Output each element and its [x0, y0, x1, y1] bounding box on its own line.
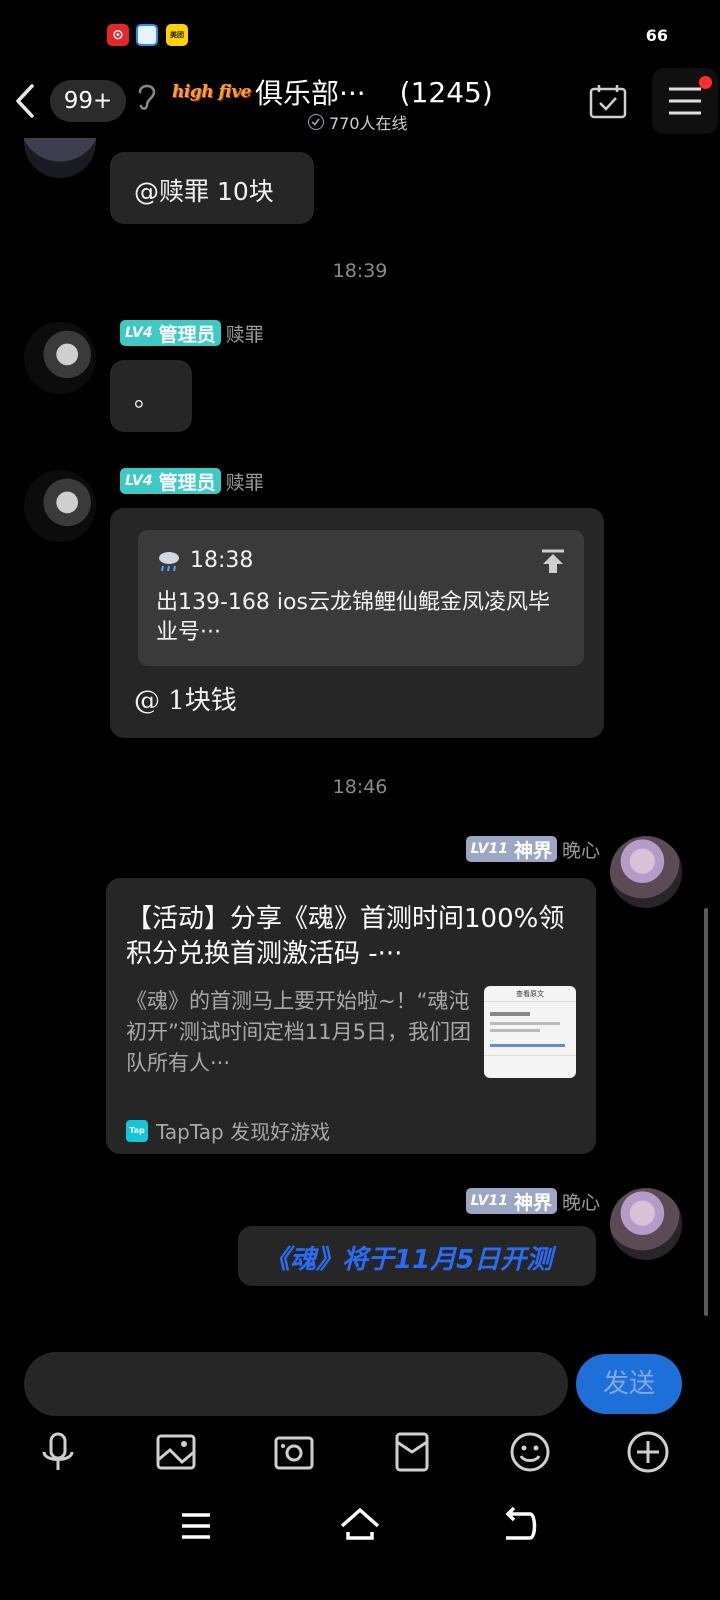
back-icon[interactable] — [8, 78, 44, 124]
link-description: 《魂》的首测马上要开始啦~！“魂沌初开”测试时间定档11月5日，我们团队所有人·… — [126, 989, 471, 1075]
message-input[interactable] — [24, 1352, 568, 1416]
camera-icon[interactable] — [270, 1428, 318, 1476]
message-bubble[interactable]: @赎罪 10块 — [110, 152, 314, 224]
back-nav-icon[interactable] — [496, 1502, 544, 1550]
microphone-icon[interactable] — [34, 1428, 82, 1476]
message-bubble[interactable]: 18:38 出139-168 ios云龙锦鲤仙鲲金凤凌风毕业号··· @ 1块钱 — [110, 508, 604, 738]
role-label: 管理员 — [158, 471, 216, 494]
sender-name[interactable]: 晚心 — [562, 836, 600, 863]
level-label: LV11 — [470, 1193, 508, 1209]
scrollbar[interactable] — [704, 908, 708, 1316]
message-bubble[interactable]: 。 — [110, 360, 192, 432]
link-title: 【活动】分享《魂》首测时间100%领积分兑换首测激活码 -··· — [126, 904, 565, 969]
quote-text: 出139-168 ios云龙锦鲤仙鲲金凤凌风毕业号··· — [156, 590, 550, 645]
chat-title[interactable]: high five 俱乐部··· (1245) — [172, 72, 493, 112]
timestamp: 18:39 — [332, 260, 388, 282]
battery-level: 66 — [645, 26, 668, 45]
chat-list[interactable]: @赎罪 10块 18:39 LV4 管理员 赎罪 。 LV4 管理员 赎罪 18… — [0, 138, 720, 1348]
meituan-icon: 美团 — [166, 24, 188, 46]
level-badge: LV4 管理员 — [120, 468, 221, 494]
role-label: 神界 — [513, 839, 552, 862]
level-label: LV4 — [125, 325, 153, 341]
online-count: 770人在线 — [329, 114, 408, 133]
role-label: 神界 — [513, 1191, 552, 1214]
link-source-label: TapTap 发现好游戏 — [156, 1120, 331, 1144]
status-bar: ⊙ 美团 66 — [0, 0, 720, 64]
level-badge: LV11 神界 — [465, 836, 557, 862]
message-bubble[interactable]: 《魂》将于11月5日开测 — [238, 1226, 596, 1286]
checkin-calendar-icon[interactable] — [588, 82, 628, 122]
role-label: 管理员 — [158, 323, 216, 346]
unread-count-badge[interactable]: 99+ — [50, 80, 126, 122]
red-packet-icon[interactable] — [388, 1428, 436, 1476]
system-navbar — [0, 1492, 720, 1562]
home-icon[interactable] — [336, 1502, 384, 1550]
browser-icon — [136, 24, 158, 46]
member-count: (1245) — [399, 75, 493, 109]
quote-time: 18:38 — [190, 548, 254, 573]
online-check-icon — [308, 114, 324, 130]
sender-info: LV4 管理员 赎罪 — [120, 320, 264, 346]
ear-icon[interactable] — [134, 78, 158, 114]
level-label: LV4 — [125, 473, 153, 489]
avatar[interactable] — [610, 1188, 682, 1260]
chat-header: 99+ high five 俱乐部··· (1245) 770人在线 — [0, 64, 720, 138]
taptap-icon: Tap — [126, 1119, 148, 1142]
send-button[interactable]: 发送 — [576, 1354, 682, 1414]
thumb-title: 查看原文 — [484, 986, 576, 1002]
message-text: @ 1块钱 — [134, 686, 237, 716]
link-card[interactable]: 【活动】分享《魂》首测时间100%领积分兑换首测激活码 -··· 《魂》的首测马… — [106, 878, 596, 1154]
sender-name[interactable]: 晚心 — [562, 1188, 600, 1215]
netease-music-icon: ⊙ — [107, 24, 129, 46]
sender-name[interactable]: 赎罪 — [226, 320, 264, 347]
club-logo: high five — [172, 82, 251, 102]
plus-icon[interactable] — [624, 1428, 672, 1476]
avatar[interactable] — [24, 322, 96, 394]
avatar[interactable] — [610, 836, 682, 908]
input-toolbar — [0, 1428, 720, 1478]
image-icon[interactable] — [152, 1428, 200, 1476]
level-badge: LV4 管理员 — [120, 320, 221, 346]
sender-info: LV11 神界 晚心 — [465, 1188, 600, 1215]
quoted-message[interactable]: 18:38 出139-168 ios云龙锦鲤仙鲲金凤凌风毕业号··· — [138, 530, 584, 666]
rain-cloud-icon — [159, 552, 179, 572]
emoji-icon[interactable] — [506, 1428, 554, 1476]
link-thumbnail: 查看原文 — [484, 986, 576, 1078]
avatar[interactable] — [24, 470, 96, 542]
sender-info: LV11 神界 晚心 — [465, 836, 600, 863]
sender-info: LV4 管理员 赎罪 — [120, 468, 264, 494]
message-text: 。 — [134, 383, 160, 412]
message-text: 《魂》将于11月5日开测 — [264, 1245, 553, 1275]
message-text: @赎罪 10块 — [134, 177, 274, 206]
online-status: 770人在线 — [308, 110, 408, 134]
level-label: LV11 — [470, 841, 508, 857]
jump-to-top-icon[interactable] — [540, 548, 566, 574]
timestamp: 18:46 — [332, 776, 388, 798]
menu-button[interactable] — [652, 68, 718, 134]
avatar[interactable] — [24, 138, 96, 178]
recents-icon[interactable] — [172, 1502, 220, 1550]
link-source: Tap TapTap 发现好游戏 — [126, 1116, 330, 1145]
club-name: 俱乐部··· — [254, 77, 366, 110]
sender-name[interactable]: 赎罪 — [226, 468, 264, 495]
level-badge: LV11 神界 — [465, 1188, 557, 1214]
notification-dot — [699, 76, 712, 89]
